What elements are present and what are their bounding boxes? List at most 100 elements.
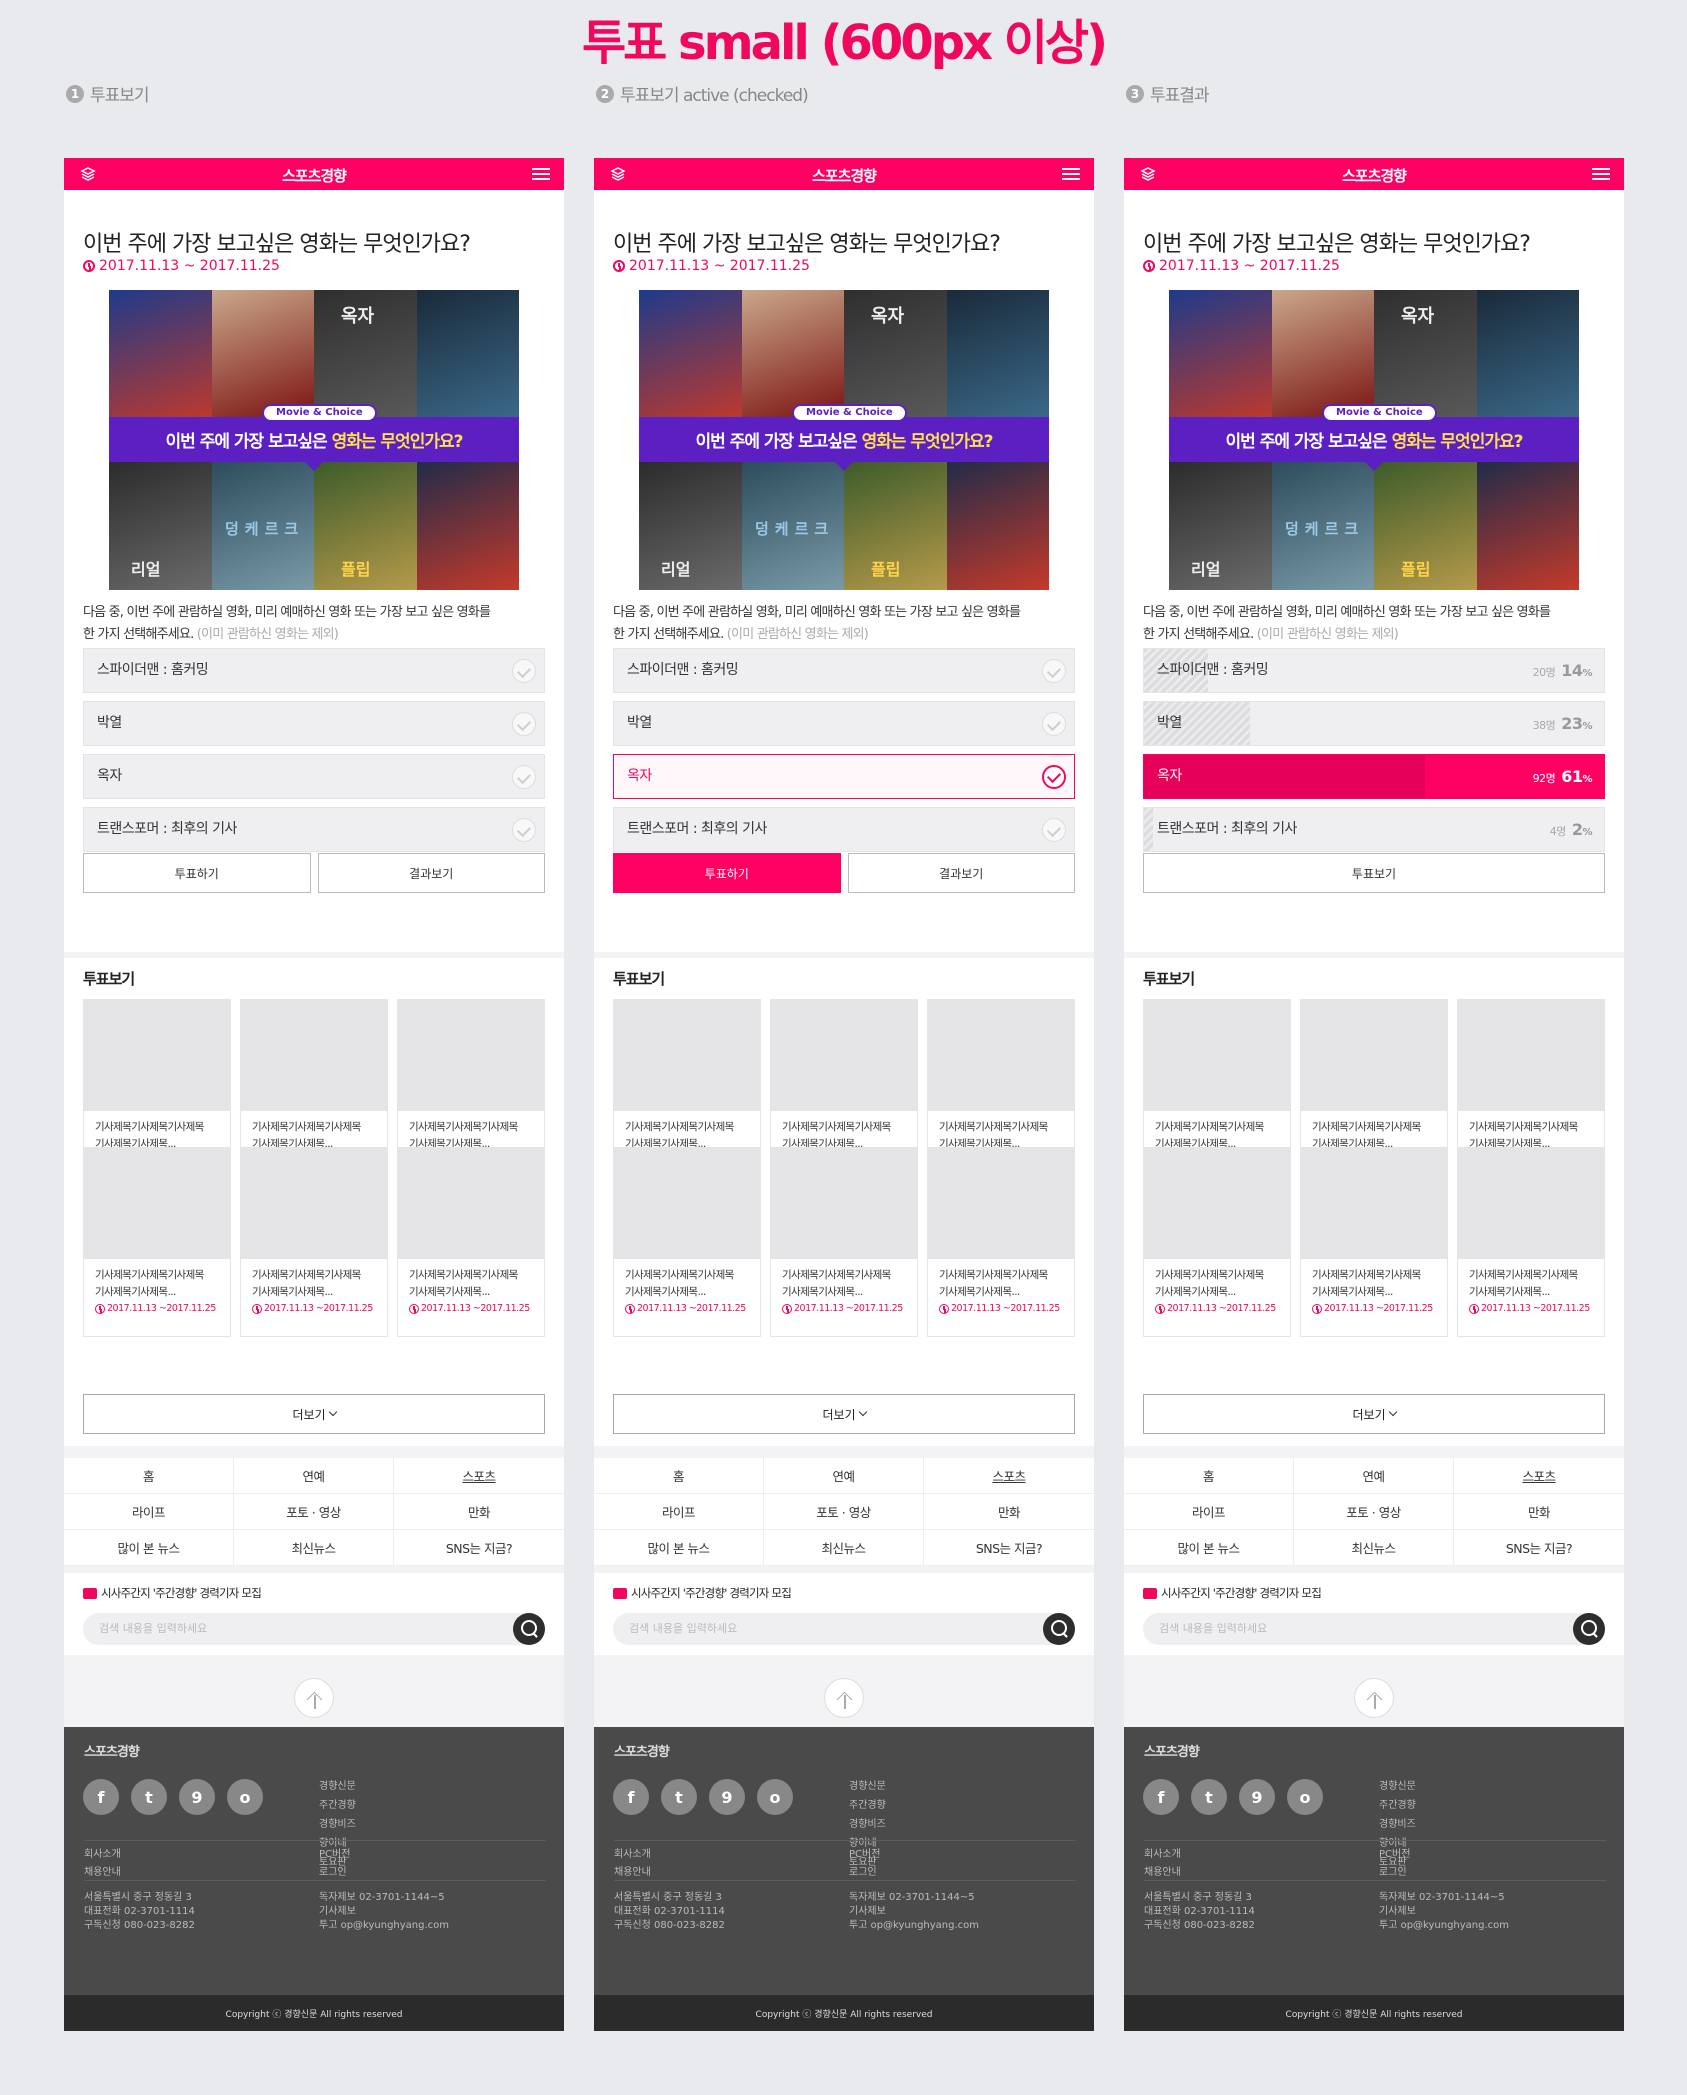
kakao-icon[interactable]: 9 (1239, 1779, 1275, 1815)
search-icon[interactable] (1043, 1613, 1075, 1645)
vote-button[interactable]: 투표하기 (83, 853, 311, 893)
vote-option[interactable]: 옥자 (83, 754, 545, 799)
nav-item[interactable]: 홈 (64, 1458, 234, 1494)
footer-text[interactable]: 투고 op@kyunghyang.com (849, 1919, 979, 1933)
scroll-top-button[interactable] (824, 1678, 864, 1718)
instagram-icon[interactable]: o (1287, 1779, 1323, 1815)
vote-option[interactable]: 박열 (613, 701, 1075, 746)
twitter-icon[interactable]: t (661, 1779, 697, 1815)
footer-text[interactable]: 회사소개 (84, 1846, 121, 1864)
vote-option[interactable]: 옥자 (613, 754, 1075, 799)
nav-item[interactable]: 만화 (1454, 1494, 1624, 1530)
instagram-icon[interactable]: o (227, 1779, 263, 1815)
site-logo[interactable]: 스포츠경향 (1124, 165, 1624, 186)
nav-item[interactable]: 홈 (1124, 1458, 1294, 1494)
footer-text[interactable]: 대표전화 02-3701-1114 (84, 1905, 195, 1919)
notice-link[interactable]: 시사주간지 '주간경향' 경력기자 모집 (83, 1585, 262, 1601)
nav-item[interactable]: 스포츠 (1454, 1458, 1624, 1494)
nav-item[interactable]: 라이프 (64, 1494, 234, 1530)
footer-logo[interactable]: 스포츠경향 (614, 1741, 670, 1760)
check-icon[interactable] (512, 765, 536, 789)
vote-option[interactable]: 박열 38명 23% (1143, 701, 1605, 746)
vote-option[interactable]: 트랜스포머 : 최후의 기사 4명 2% (1143, 807, 1605, 852)
result-button[interactable]: 결과보기 (847, 853, 1075, 893)
footer-text[interactable]: PC버전 (1379, 1846, 1410, 1864)
search-input[interactable]: 검색 내용을 입력하세요 (1143, 1613, 1605, 1645)
vote-card[interactable]: 기사제목기사제목기사제목기사제목기사제목... 2017.11.13 ~2017… (1300, 1147, 1448, 1337)
footer-link[interactable]: 경향신문 (849, 1777, 886, 1796)
footer-logo[interactable]: 스포츠경향 (84, 1741, 140, 1760)
nav-item[interactable]: 만화 (394, 1494, 564, 1530)
site-logo[interactable]: 스포츠경향 (594, 165, 1094, 186)
nav-item[interactable]: 연예 (1294, 1458, 1454, 1494)
nav-item[interactable]: 연예 (764, 1458, 924, 1494)
facebook-icon[interactable]: f (1143, 1779, 1179, 1815)
search-icon[interactable] (1573, 1613, 1605, 1645)
nav-item[interactable]: SNS는 지금? (394, 1530, 564, 1566)
nav-item[interactable]: 많이 본 뉴스 (1124, 1530, 1294, 1566)
nav-item[interactable]: 최신뉴스 (1294, 1530, 1454, 1566)
footer-link[interactable]: 경향신문 (319, 1777, 356, 1796)
result-button[interactable]: 결과보기 (317, 853, 545, 893)
nav-item[interactable]: 포토 · 영상 (234, 1494, 394, 1530)
footer-logo[interactable]: 스포츠경향 (1144, 1741, 1200, 1760)
vote-card[interactable]: 기사제목기사제목기사제목기사제목기사제목... 2017.11.13 ~2017… (1457, 1147, 1605, 1337)
vote-card[interactable]: 기사제목기사제목기사제목기사제목기사제목... 2017.11.13 ~2017… (770, 1147, 918, 1337)
nav-item[interactable]: 라이프 (1124, 1494, 1294, 1530)
menu-icon[interactable] (1062, 168, 1080, 180)
footer-text[interactable]: 회사소개 (1144, 1846, 1181, 1864)
vote-option[interactable]: 옥자 92명 61% (1143, 754, 1605, 799)
vote-option[interactable]: 스파이더맨 : 홈커밍 (613, 648, 1075, 693)
nav-item[interactable]: 최신뉴스 (234, 1530, 394, 1566)
footer-text[interactable]: 구독신청 080-023-8282 (84, 1919, 195, 1933)
footer-text[interactable]: 기사제보 (1379, 1905, 1509, 1919)
footer-text[interactable]: 구독신청 080-023-8282 (1144, 1919, 1255, 1933)
check-icon[interactable] (512, 712, 536, 736)
nav-item[interactable]: 많이 본 뉴스 (594, 1530, 764, 1566)
vote-card[interactable]: 기사제목기사제목기사제목기사제목기사제목... 2017.11.13 ~2017… (83, 1147, 231, 1337)
footer-text[interactable]: PC버전 (849, 1846, 880, 1864)
vote-option[interactable]: 트랜스포머 : 최후의 기사 (613, 807, 1075, 852)
vote-option[interactable]: 스파이더맨 : 홈커밍 20명 14% (1143, 648, 1605, 693)
menu-icon[interactable] (1592, 168, 1610, 180)
search-input[interactable]: 검색 내용을 입력하세요 (83, 1613, 545, 1645)
kakao-icon[interactable]: 9 (179, 1779, 215, 1815)
twitter-icon[interactable]: t (131, 1779, 167, 1815)
nav-item[interactable]: 많이 본 뉴스 (64, 1530, 234, 1566)
notice-link[interactable]: 시사주간지 '주간경향' 경력기자 모집 (613, 1585, 792, 1601)
kakao-icon[interactable]: 9 (709, 1779, 745, 1815)
nav-item[interactable]: 포토 · 영상 (1294, 1494, 1454, 1530)
nav-item[interactable]: 만화 (924, 1494, 1094, 1530)
twitter-icon[interactable]: t (1191, 1779, 1227, 1815)
footer-link[interactable]: 경향비즈 (849, 1815, 886, 1834)
scroll-top-button[interactable] (1354, 1678, 1394, 1718)
instagram-icon[interactable]: o (757, 1779, 793, 1815)
footer-text[interactable]: 대표전화 02-3701-1114 (1144, 1905, 1255, 1919)
vote-card[interactable]: 기사제목기사제목기사제목기사제목기사제목... 2017.11.13 ~2017… (240, 1147, 388, 1337)
footer-link[interactable]: 주간경향 (849, 1796, 886, 1815)
site-logo[interactable]: 스포츠경향 (64, 165, 564, 186)
facebook-icon[interactable]: f (613, 1779, 649, 1815)
check-icon[interactable] (1042, 765, 1066, 789)
vote-option[interactable]: 트랜스포머 : 최후의 기사 (83, 807, 545, 852)
footer-text[interactable]: 기사제보 (849, 1905, 979, 1919)
footer-text[interactable]: 기사제보 (319, 1905, 449, 1919)
check-icon[interactable] (512, 659, 536, 683)
footer-text[interactable]: 서울특별시 중구 정동길 3 (84, 1891, 195, 1905)
nav-item[interactable]: 최신뉴스 (764, 1530, 924, 1566)
scroll-top-button[interactable] (294, 1678, 334, 1718)
nav-item[interactable]: 연예 (234, 1458, 394, 1494)
vote-card[interactable]: 기사제목기사제목기사제목기사제목기사제목... 2017.11.13 ~2017… (1143, 1147, 1291, 1337)
more-button[interactable]: 더보기 (83, 1394, 545, 1434)
footer-text[interactable]: 회사소개 (614, 1846, 651, 1864)
nav-item[interactable]: 포토 · 영상 (764, 1494, 924, 1530)
vote-view-button[interactable]: 투표보기 (1143, 853, 1605, 893)
vote-card[interactable]: 기사제목기사제목기사제목기사제목기사제목... 2017.11.13 ~2017… (397, 1147, 545, 1337)
check-icon[interactable] (1042, 712, 1066, 736)
check-icon[interactable] (1042, 818, 1066, 842)
footer-link[interactable]: 경향비즈 (1379, 1815, 1416, 1834)
more-button[interactable]: 더보기 (613, 1394, 1075, 1434)
footer-link[interactable]: 경향비즈 (319, 1815, 356, 1834)
footer-text[interactable]: PC버전 (319, 1846, 350, 1864)
nav-item[interactable]: 라이프 (594, 1494, 764, 1530)
